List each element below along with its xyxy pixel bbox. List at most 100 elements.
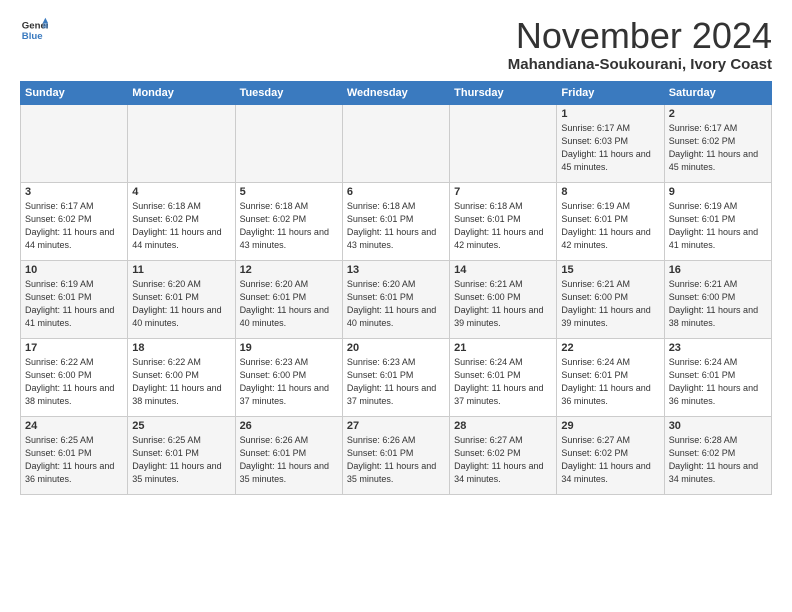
week-row-2: 3Sunrise: 6:17 AMSunset: 6:02 PMDaylight… xyxy=(21,182,772,260)
location-title: Mahandiana-Soukourani, Ivory Coast xyxy=(508,56,772,73)
day-info: Sunrise: 6:21 AMSunset: 6:00 PMDaylight:… xyxy=(561,278,659,330)
day-cell: 26 Sunrise: 6:26 AMSunset: 6:01 PMDayligh… xyxy=(235,416,342,494)
week-row-5: 24 Sunrise: 6:25 AMSunset: 6:01 PMDayligh… xyxy=(21,416,772,494)
day-cell: 24 Sunrise: 6:25 AMSunset: 6:01 PMDayligh… xyxy=(21,416,128,494)
logo: General Blue xyxy=(20,16,48,44)
day-cell xyxy=(235,104,342,182)
day-number: 27 xyxy=(347,420,445,432)
day-number: 23 xyxy=(669,342,767,354)
day-cell: 20 Sunrise: 6:23 AMSunset: 6:01 PMDayligh… xyxy=(342,338,449,416)
day-cell: 30Sunrise: 6:28 AMSunset: 6:02 PMDayligh… xyxy=(664,416,771,494)
day-info: Sunrise: 6:22 AMSunset: 6:00 PMDaylight:… xyxy=(132,356,230,408)
day-info: Sunrise: 6:26 AMSunset: 6:01 PMDaylight:… xyxy=(240,434,338,486)
day-info: Sunrise: 6:21 AMSunset: 6:00 PMDaylight:… xyxy=(669,278,767,330)
day-cell: 5 Sunrise: 6:18 AMSunset: 6:02 PMDaylight… xyxy=(235,182,342,260)
day-info: Sunrise: 6:23 AMSunset: 6:01 PMDaylight:… xyxy=(347,356,445,408)
day-cell: 8 Sunrise: 6:19 AMSunset: 6:01 PMDaylight… xyxy=(557,182,664,260)
day-cell: 19Sunrise: 6:23 AMSunset: 6:00 PMDayligh… xyxy=(235,338,342,416)
title-block: November 2024 Mahandiana-Soukourani, Ivo… xyxy=(508,16,772,73)
day-number: 6 xyxy=(347,186,445,198)
day-number: 2 xyxy=(669,108,767,120)
day-cell: 10Sunrise: 6:19 AMSunset: 6:01 PMDayligh… xyxy=(21,260,128,338)
day-info: Sunrise: 6:19 AMSunset: 6:01 PMDaylight:… xyxy=(25,278,123,330)
col-header-thursday: Thursday xyxy=(450,81,557,104)
day-info: Sunrise: 6:24 AMSunset: 6:01 PMDaylight:… xyxy=(561,356,659,408)
day-number: 22 xyxy=(561,342,659,354)
day-cell xyxy=(450,104,557,182)
day-info: Sunrise: 6:21 AMSunset: 6:00 PMDaylight:… xyxy=(454,278,552,330)
day-info: Sunrise: 6:24 AMSunset: 6:01 PMDaylight:… xyxy=(454,356,552,408)
day-number: 24 xyxy=(25,420,123,432)
day-number: 7 xyxy=(454,186,552,198)
day-number: 19 xyxy=(240,342,338,354)
day-cell xyxy=(21,104,128,182)
day-info: Sunrise: 6:18 AMSunset: 6:02 PMDaylight:… xyxy=(132,200,230,252)
day-number: 25 xyxy=(132,420,230,432)
day-cell: 1Sunrise: 6:17 AMSunset: 6:03 PMDaylight… xyxy=(557,104,664,182)
col-header-monday: Monday xyxy=(128,81,235,104)
day-info: Sunrise: 6:20 AMSunset: 6:01 PMDaylight:… xyxy=(347,278,445,330)
day-cell: 12Sunrise: 6:20 AMSunset: 6:01 PMDayligh… xyxy=(235,260,342,338)
day-cell: 28Sunrise: 6:27 AMSunset: 6:02 PMDayligh… xyxy=(450,416,557,494)
day-cell: 7 Sunrise: 6:18 AMSunset: 6:01 PMDaylight… xyxy=(450,182,557,260)
day-cell xyxy=(128,104,235,182)
page: General Blue November 2024 Mahandiana-So… xyxy=(0,0,792,505)
day-number: 28 xyxy=(454,420,552,432)
day-info: Sunrise: 6:28 AMSunset: 6:02 PMDaylight:… xyxy=(669,434,767,486)
day-cell: 21Sunrise: 6:24 AMSunset: 6:01 PMDayligh… xyxy=(450,338,557,416)
week-row-3: 10Sunrise: 6:19 AMSunset: 6:01 PMDayligh… xyxy=(21,260,772,338)
month-title: November 2024 xyxy=(508,16,772,56)
day-number: 14 xyxy=(454,264,552,276)
calendar-table: SundayMondayTuesdayWednesdayThursdayFrid… xyxy=(20,81,772,495)
day-cell: 13Sunrise: 6:20 AMSunset: 6:01 PMDayligh… xyxy=(342,260,449,338)
header: General Blue November 2024 Mahandiana-So… xyxy=(20,16,772,73)
day-info: Sunrise: 6:18 AMSunset: 6:01 PMDaylight:… xyxy=(454,200,552,252)
day-number: 8 xyxy=(561,186,659,198)
day-number: 12 xyxy=(240,264,338,276)
day-info: Sunrise: 6:18 AMSunset: 6:01 PMDaylight:… xyxy=(347,200,445,252)
day-info: Sunrise: 6:19 AMSunset: 6:01 PMDaylight:… xyxy=(669,200,767,252)
day-number: 9 xyxy=(669,186,767,198)
day-info: Sunrise: 6:26 AMSunset: 6:01 PMDaylight:… xyxy=(347,434,445,486)
day-number: 5 xyxy=(240,186,338,198)
day-cell: 23 Sunrise: 6:24 AMSunset: 6:01 PMDayligh… xyxy=(664,338,771,416)
day-cell: 4Sunrise: 6:18 AMSunset: 6:02 PMDaylight… xyxy=(128,182,235,260)
svg-text:Blue: Blue xyxy=(22,31,43,42)
day-number: 26 xyxy=(240,420,338,432)
col-header-sunday: Sunday xyxy=(21,81,128,104)
day-cell: 9 Sunrise: 6:19 AMSunset: 6:01 PMDaylight… xyxy=(664,182,771,260)
day-number: 1 xyxy=(561,108,659,120)
day-number: 17 xyxy=(25,342,123,354)
day-number: 20 xyxy=(347,342,445,354)
day-info: Sunrise: 6:25 AMSunset: 6:01 PMDaylight:… xyxy=(132,434,230,486)
day-cell: 27 Sunrise: 6:26 AMSunset: 6:01 PMDayligh… xyxy=(342,416,449,494)
day-cell: 6 Sunrise: 6:18 AMSunset: 6:01 PMDaylight… xyxy=(342,182,449,260)
day-cell: 16 Sunrise: 6:21 AMSunset: 6:00 PMDayligh… xyxy=(664,260,771,338)
day-cell: 18 Sunrise: 6:22 AMSunset: 6:00 PMDayligh… xyxy=(128,338,235,416)
day-info: Sunrise: 6:19 AMSunset: 6:01 PMDaylight:… xyxy=(561,200,659,252)
day-number: 16 xyxy=(669,264,767,276)
day-number: 15 xyxy=(561,264,659,276)
day-number: 18 xyxy=(132,342,230,354)
header-row: SundayMondayTuesdayWednesdayThursdayFrid… xyxy=(21,81,772,104)
col-header-saturday: Saturday xyxy=(664,81,771,104)
day-info: Sunrise: 6:24 AMSunset: 6:01 PMDaylight:… xyxy=(669,356,767,408)
col-header-friday: Friday xyxy=(557,81,664,104)
day-info: Sunrise: 6:17 AMSunset: 6:02 PMDaylight:… xyxy=(669,122,767,174)
day-number: 11 xyxy=(132,264,230,276)
day-number: 29 xyxy=(561,420,659,432)
week-row-1: 1Sunrise: 6:17 AMSunset: 6:03 PMDaylight… xyxy=(21,104,772,182)
day-info: Sunrise: 6:27 AMSunset: 6:02 PMDaylight:… xyxy=(561,434,659,486)
day-cell xyxy=(342,104,449,182)
day-cell: 2 Sunrise: 6:17 AMSunset: 6:02 PMDaylight… xyxy=(664,104,771,182)
day-cell: 25 Sunrise: 6:25 AMSunset: 6:01 PMDayligh… xyxy=(128,416,235,494)
day-cell: 14 Sunrise: 6:21 AMSunset: 6:00 PMDayligh… xyxy=(450,260,557,338)
day-cell: 29 Sunrise: 6:27 AMSunset: 6:02 PMDayligh… xyxy=(557,416,664,494)
day-number: 3 xyxy=(25,186,123,198)
day-info: Sunrise: 6:18 AMSunset: 6:02 PMDaylight:… xyxy=(240,200,338,252)
day-cell: 15 Sunrise: 6:21 AMSunset: 6:00 PMDayligh… xyxy=(557,260,664,338)
day-cell: 22 Sunrise: 6:24 AMSunset: 6:01 PMDayligh… xyxy=(557,338,664,416)
day-info: Sunrise: 6:25 AMSunset: 6:01 PMDaylight:… xyxy=(25,434,123,486)
col-header-tuesday: Tuesday xyxy=(235,81,342,104)
day-cell: 11Sunrise: 6:20 AMSunset: 6:01 PMDayligh… xyxy=(128,260,235,338)
